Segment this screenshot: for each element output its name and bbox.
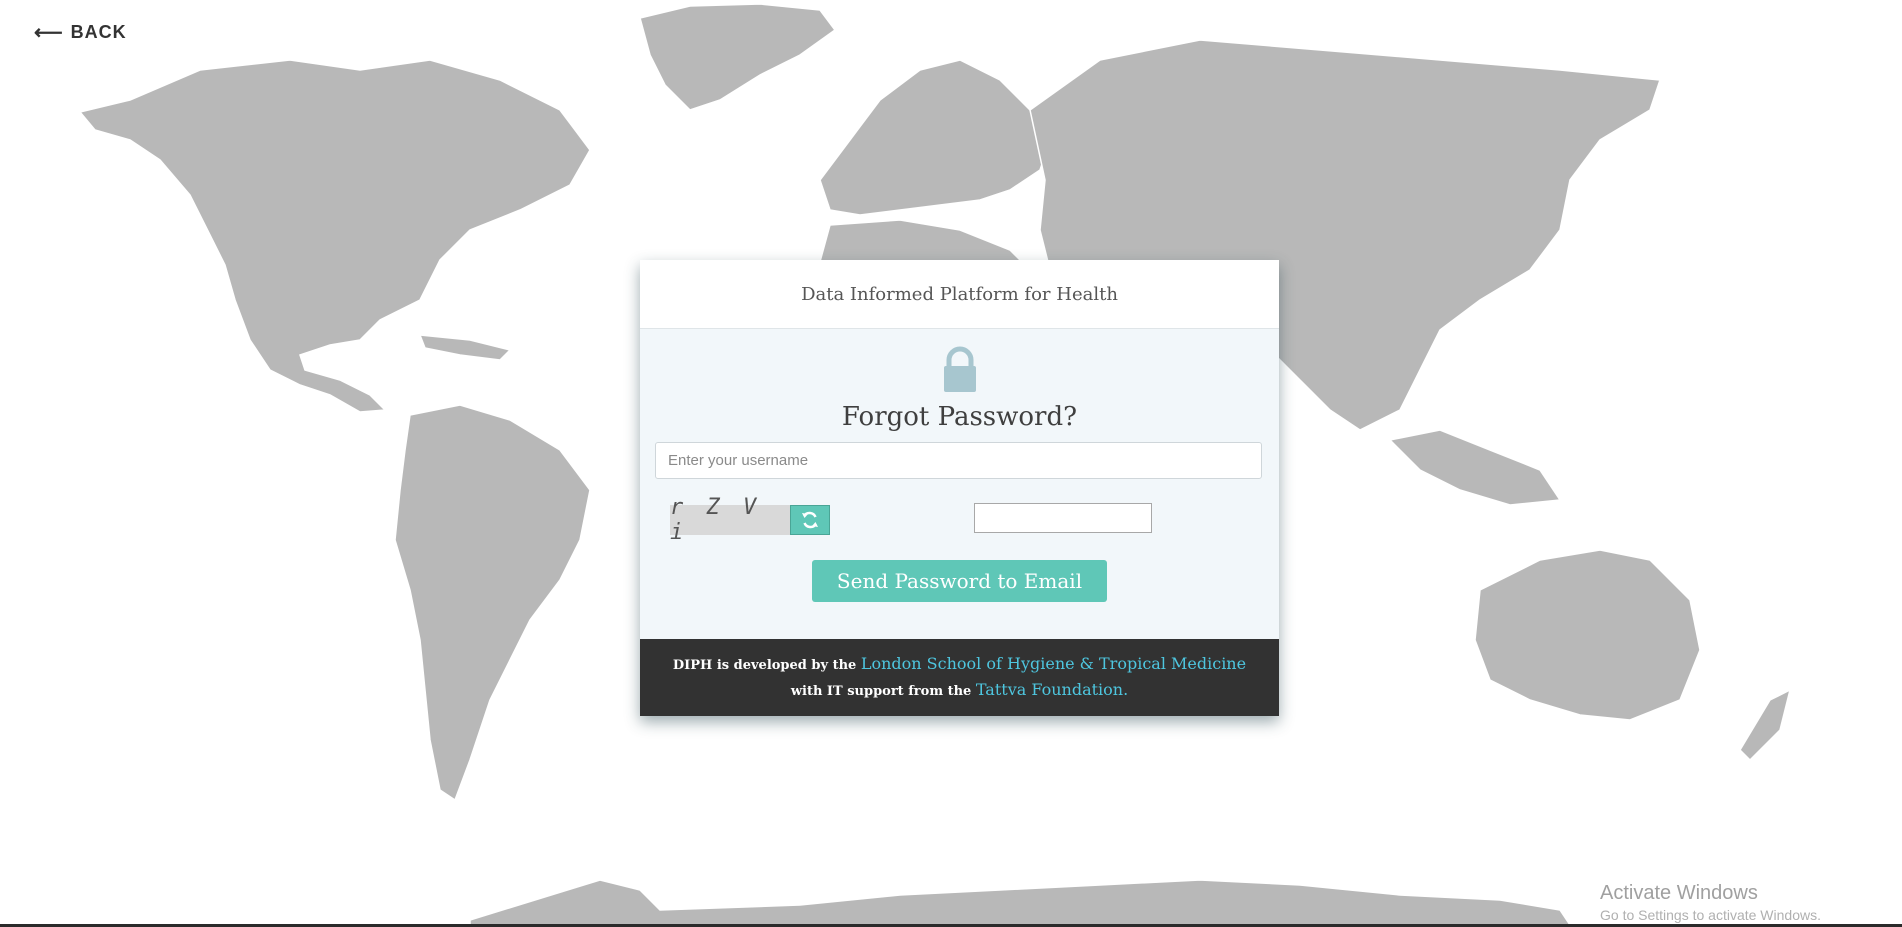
activate-windows-subtitle: Go to Settings to activate Windows. bbox=[1600, 907, 1821, 923]
page: ⟵ BACK Data Informed Platform for Health… bbox=[0, 0, 1902, 927]
lshtm-link[interactable]: London School of Hygiene & Tropical Medi… bbox=[861, 654, 1246, 673]
captcha-input[interactable] bbox=[974, 503, 1152, 533]
footer-text-before: DIPH is developed by the bbox=[672, 657, 861, 673]
refresh-icon bbox=[802, 511, 818, 529]
activate-windows-title: Activate Windows bbox=[1600, 882, 1758, 904]
footer-text: DIPH is developed by the London School o… bbox=[665, 652, 1254, 704]
captcha-image: r Z V i bbox=[670, 495, 790, 545]
back-label: BACK bbox=[70, 22, 127, 42]
back-link[interactable]: ⟵ BACK bbox=[34, 22, 127, 43]
refresh-captcha-button[interactable] bbox=[790, 505, 830, 535]
username-input[interactable] bbox=[655, 442, 1262, 479]
send-password-button[interactable]: Send Password to Email bbox=[812, 560, 1107, 602]
page-title: Forgot Password? bbox=[841, 402, 1078, 432]
footer-text-middle: with IT support from the bbox=[790, 683, 976, 699]
left-arrow-icon: ⟵ bbox=[34, 21, 64, 44]
lock-icon bbox=[940, 346, 980, 392]
app-title: Data Informed Platform for Health bbox=[801, 283, 1118, 305]
card-header: Data Informed Platform for Health bbox=[640, 260, 1279, 329]
tattva-link[interactable]: Tattva Foundation. bbox=[976, 680, 1128, 699]
forgot-password-card: Data Informed Platform for Health Forgot… bbox=[640, 260, 1279, 716]
card-footer: DIPH is developed by the London School o… bbox=[640, 639, 1279, 716]
